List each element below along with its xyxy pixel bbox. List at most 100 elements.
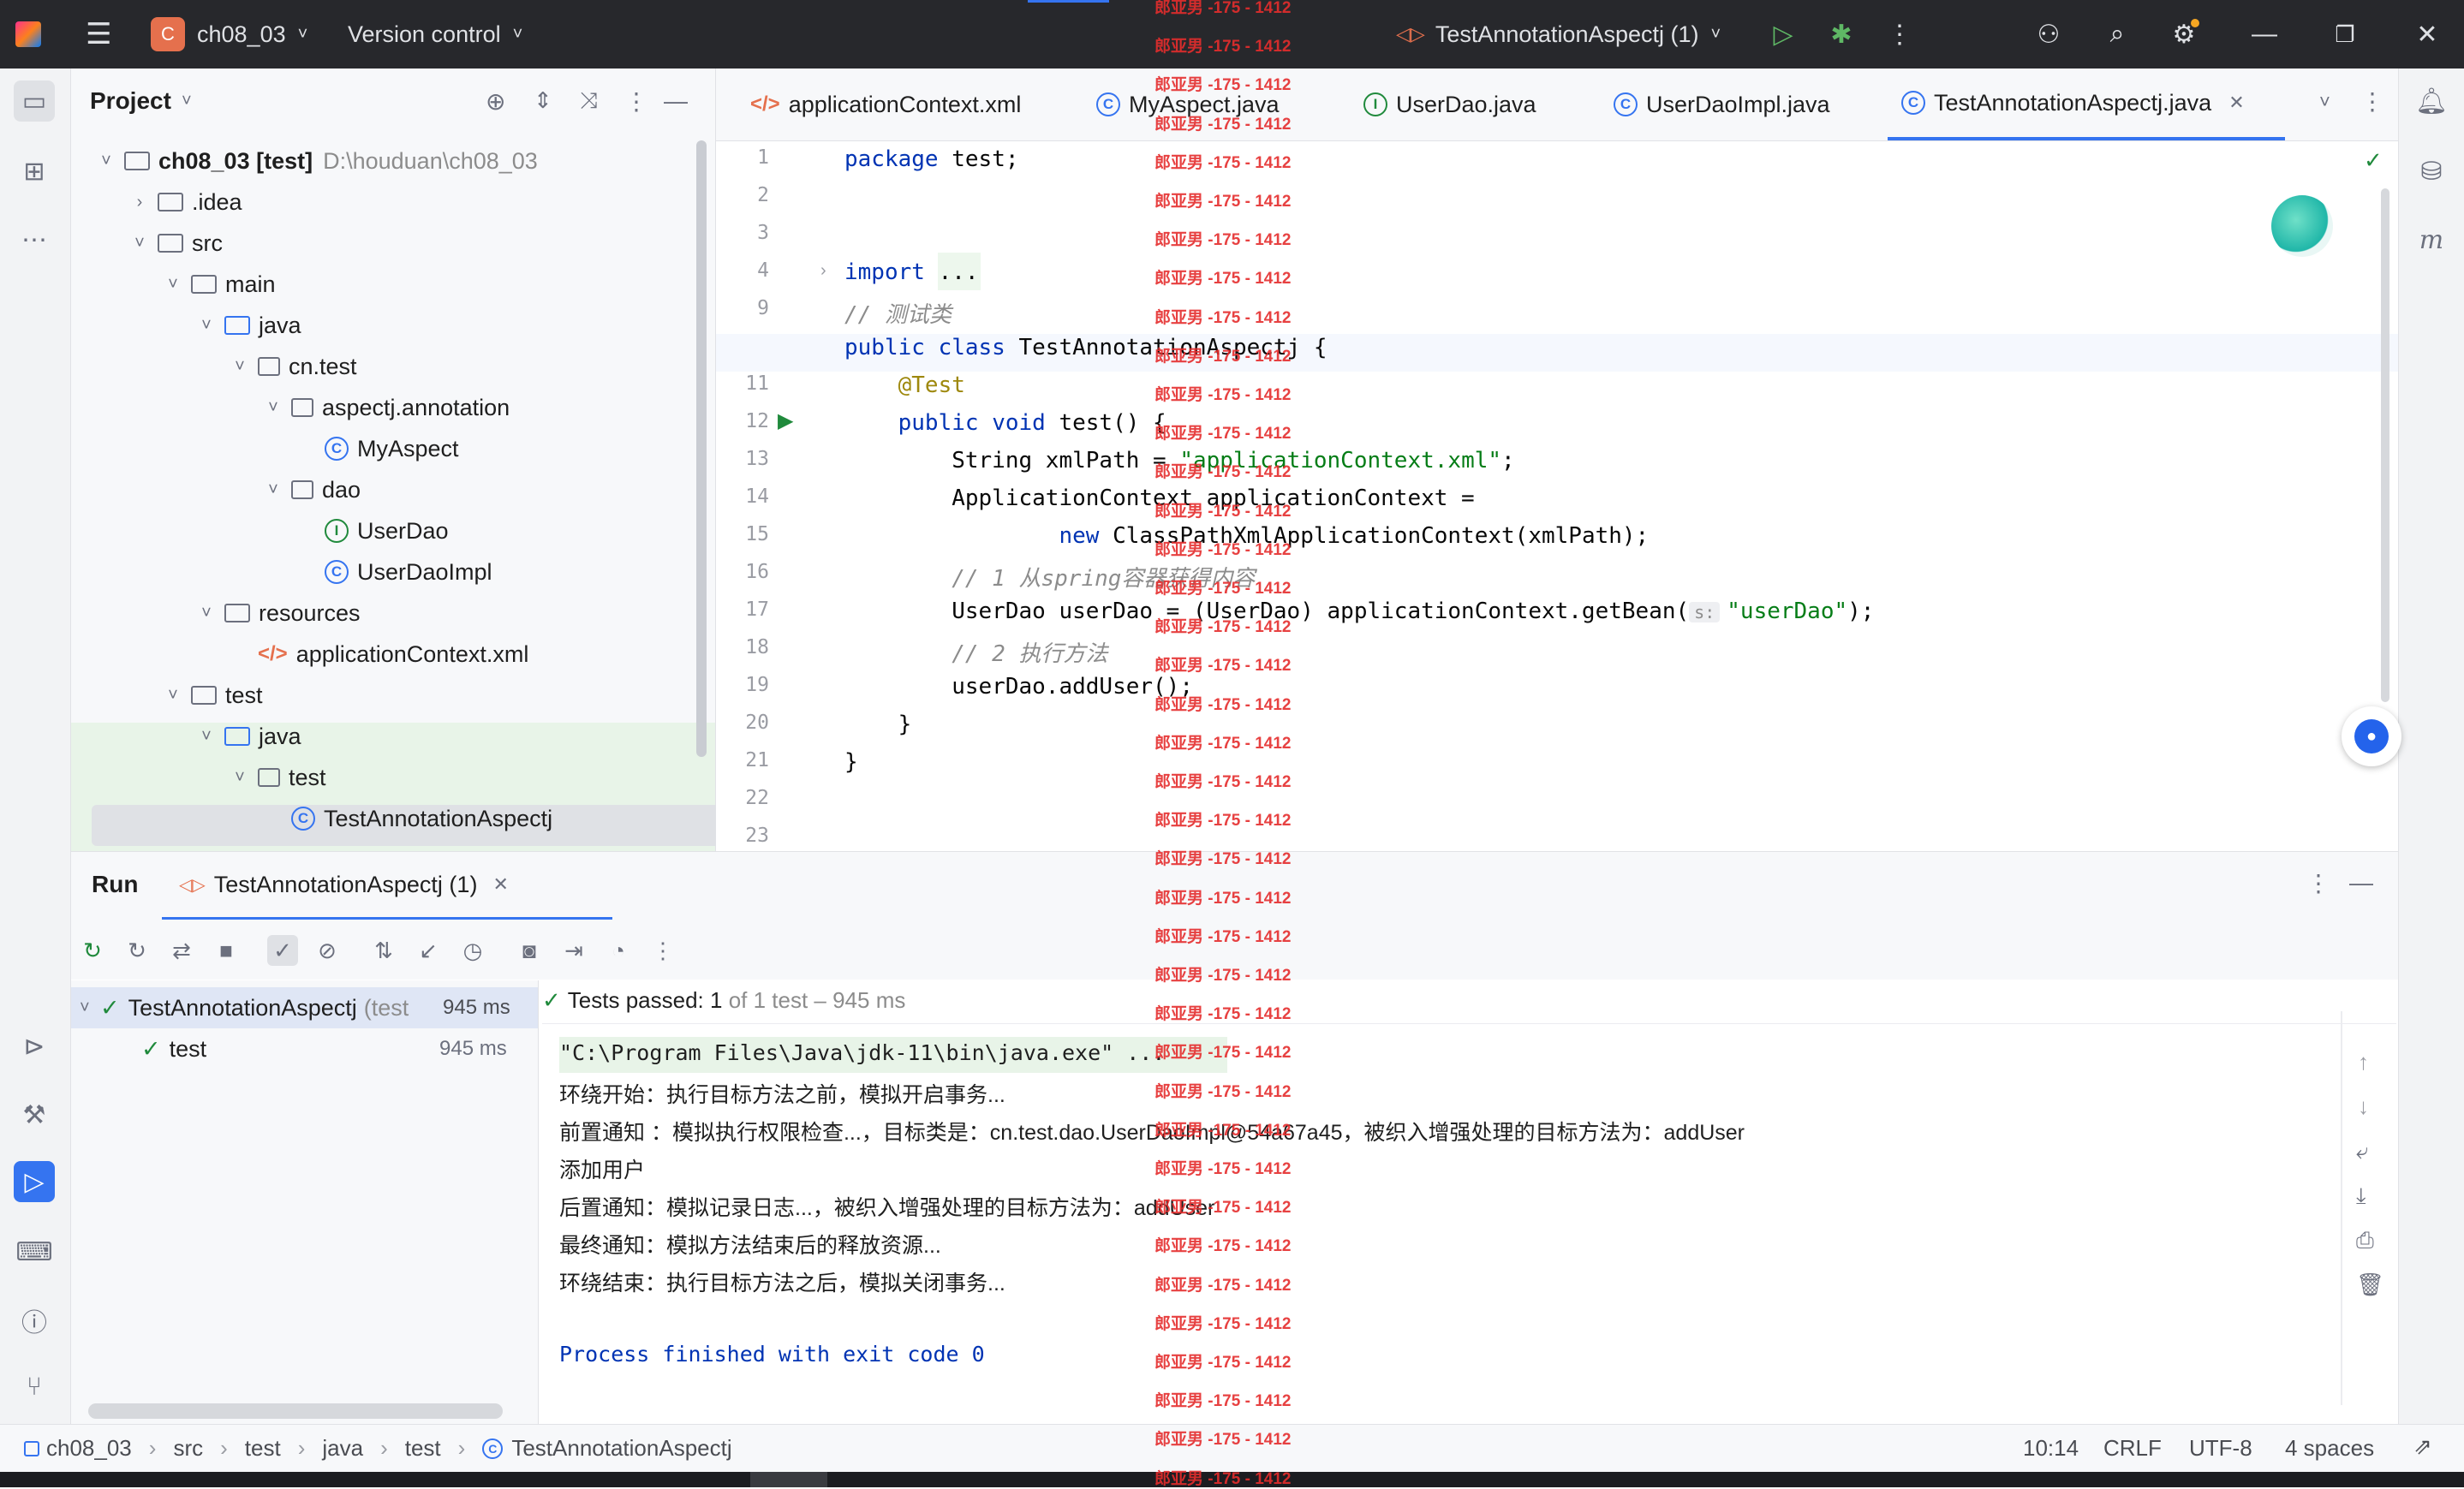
run-icon[interactable]: ▷ — [1766, 17, 1800, 51]
chevron-down-icon[interactable]: ˅ — [130, 234, 149, 253]
database-icon[interactable]: ⛁ — [2411, 151, 2452, 192]
breadcrumb-item[interactable]: test — [245, 1435, 281, 1462]
breadcrumb-item[interactable]: java — [322, 1435, 363, 1462]
tree-item[interactable]: ˅ main — [71, 264, 780, 305]
problems-icon[interactable]: ⓘ — [14, 1300, 55, 1341]
soft-wrap-icon[interactable]: ⤶ — [2356, 1138, 2369, 1165]
indent-setting[interactable]: 4 spaces — [2285, 1435, 2374, 1462]
build-icon[interactable]: ⚒ — [14, 1094, 55, 1135]
chevron-down-icon[interactable]: ˅ — [264, 480, 283, 500]
screenshot-icon[interactable]: ◙ — [514, 935, 545, 966]
minimize-icon[interactable]: — — [2247, 17, 2282, 51]
tree-item[interactable]: ˅ ch08_03 [test] D:\houduan\ch08_03 — [71, 140, 713, 182]
rerun-icon[interactable]: ↻ — [77, 935, 108, 966]
coverage-icon[interactable]: ◔ — [603, 935, 634, 966]
tab-list-chevron-icon[interactable]: ˅ — [2319, 91, 2330, 113]
tab-testannotationaspectj-java[interactable]: C TestAnnotationAspectj.java ✕ — [1888, 68, 2285, 140]
chevron-down-icon[interactable]: ˅ — [197, 727, 216, 747]
close-tab-icon[interactable]: ✕ — [492, 873, 508, 896]
chevron-down-icon[interactable]: ˅ — [97, 152, 116, 171]
more-tools-icon[interactable]: ⋯ — [14, 219, 55, 260]
chevron-down-icon[interactable]: ˅ — [230, 768, 249, 788]
test-tree-root[interactable]: ˅ ✓ TestAnnotationAspectj (test — [80, 987, 409, 1028]
project-tool-icon[interactable]: ▭ — [14, 80, 55, 122]
chevron-down-icon[interactable]: ˅ — [197, 316, 216, 336]
stop-icon[interactable]: ■ — [211, 935, 242, 966]
chevron-down-icon[interactable]: ˅ — [197, 604, 216, 623]
more-icon[interactable]: ⋮ — [647, 935, 678, 966]
code-text[interactable]: ... — [925, 259, 979, 285]
run-options-icon[interactable]: ⋮ — [2306, 869, 2330, 897]
test-tree-child[interactable]: ✓ test — [141, 1028, 206, 1069]
test-history-icon[interactable]: ◷ — [457, 935, 488, 966]
breadcrumb-item[interactable]: src — [173, 1435, 203, 1462]
run-tool-icon[interactable]: ▷ — [14, 1161, 55, 1202]
floating-chat-icon[interactable]: ● — [2342, 706, 2401, 766]
add-user-icon[interactable]: ⚇ — [2031, 17, 2066, 51]
main-menu-icon[interactable]: ☰ — [86, 0, 111, 68]
run-config-selector[interactable]: ◁▷ TestAnnotationAspectj (1) ˅ — [1396, 0, 1721, 68]
chevron-right-icon[interactable]: › — [130, 193, 149, 212]
tree-item[interactable]: ˅ resources — [71, 593, 814, 634]
rerun-failed-icon[interactable]: ↻ — [122, 935, 152, 966]
show-ignored-icon[interactable]: ⊘ — [312, 935, 343, 966]
tree-horizontal-scrollbar[interactable] — [88, 1403, 503, 1419]
project-switcher[interactable]: C ch08_03 ˅ — [151, 0, 307, 68]
tab-userdao-java[interactable]: I UserDao.java — [1363, 68, 1536, 140]
chevron-down-icon[interactable]: ˅ — [164, 686, 182, 706]
tab-applicationcontext-xml[interactable]: </> applicationContext.xml — [750, 68, 1021, 140]
structure-tool-icon[interactable]: ⊞ — [14, 151, 55, 192]
close-window-icon[interactable]: ✕ — [2410, 17, 2444, 51]
chevron-down-icon[interactable]: ˅ — [230, 357, 249, 377]
project-view-selector[interactable]: Project ˅ — [90, 87, 192, 115]
editor-options-icon[interactable]: ⋮ — [2360, 87, 2384, 116]
breadcrumb-item[interactable]: test — [405, 1435, 441, 1462]
chevron-down-icon[interactable]: ˅ — [164, 275, 182, 295]
run-tab[interactable]: ◁▷ TestAnnotationAspectj (1) ✕ — [162, 852, 612, 920]
locate-icon[interactable]: ⊕ — [486, 87, 505, 116]
no-problems-check-icon[interactable]: ✓ — [2364, 147, 2383, 174]
services-icon[interactable]: ⊳ — [14, 1026, 55, 1067]
code-editor[interactable]: package test; import ... // 测试类 public c… — [844, 141, 2377, 850]
print-icon[interactable]: ⎙ — [2356, 1227, 2374, 1254]
collapse-all-icon[interactable]: ⤨ — [580, 87, 598, 115]
hide-run-panel-icon[interactable]: — — [2349, 869, 2373, 896]
import-tests-icon[interactable]: ↙ — [413, 935, 444, 966]
export-icon[interactable]: ⇥ — [558, 935, 589, 966]
tree-item[interactable]: › .idea — [71, 182, 747, 223]
expand-all-icon[interactable]: ⇕ — [534, 87, 552, 114]
editor-scrollbar[interactable] — [2381, 188, 2389, 702]
more-actions-icon[interactable]: ⋮ — [1882, 17, 1917, 51]
vcs-menu[interactable]: Version control ˅ — [348, 0, 522, 68]
tree-item[interactable]: ˅ java — [71, 305, 814, 346]
scroll-up-icon[interactable]: ↑ — [2358, 1049, 2369, 1075]
terminal-icon[interactable]: ⌨ — [14, 1231, 55, 1272]
fold-icon[interactable]: › — [820, 261, 826, 281]
ai-assistant-icon[interactable] — [2271, 195, 2333, 257]
ide-logo-icon[interactable] — [15, 0, 41, 68]
line-separator[interactable]: CRLF — [2103, 1435, 2162, 1462]
file-encoding[interactable]: UTF-8 — [2189, 1435, 2252, 1462]
notifications-icon[interactable]: 🔔︎ — [2411, 80, 2452, 122]
run-method-gutter-icon[interactable]: ▶ — [778, 408, 793, 433]
tree-item[interactable]: ˅ test — [71, 675, 780, 716]
console-output[interactable]: ✓ Tests passed: 1 of 1 test – 945 ms "C:\… — [539, 980, 2398, 1424]
restore-icon[interactable]: ❐ — [2328, 17, 2362, 51]
options-icon[interactable]: ⋮ — [624, 87, 648, 116]
debug-icon[interactable]: ✱ — [1824, 17, 1858, 51]
read-only-lock-icon[interactable]: ⇗ — [2413, 1433, 2432, 1460]
maven-icon[interactable]: m — [2411, 219, 2452, 260]
close-tab-icon[interactable]: ✕ — [2228, 92, 2244, 114]
toggle-auto-test-icon[interactable]: ⇄ — [166, 935, 197, 966]
show-passed-icon[interactable]: ✓ — [267, 935, 298, 966]
hide-panel-icon[interactable]: — — [664, 87, 688, 115]
scroll-to-end-icon[interactable]: ⤓ — [2356, 1182, 2366, 1210]
caret-position[interactable]: 10:14 — [2023, 1435, 2079, 1462]
search-icon[interactable]: ⌕ — [2100, 17, 2134, 51]
git-icon[interactable]: ⑂ — [14, 1367, 55, 1408]
breadcrumb-item[interactable]: ch08_03 — [46, 1435, 132, 1462]
scroll-down-icon[interactable]: ↓ — [2358, 1093, 2369, 1120]
clear-console-icon[interactable]: 🗑︎ — [2356, 1272, 2384, 1298]
sort-icon[interactable]: ⇅ — [368, 935, 399, 966]
taskbar-app-icon[interactable] — [750, 1472, 827, 1487]
